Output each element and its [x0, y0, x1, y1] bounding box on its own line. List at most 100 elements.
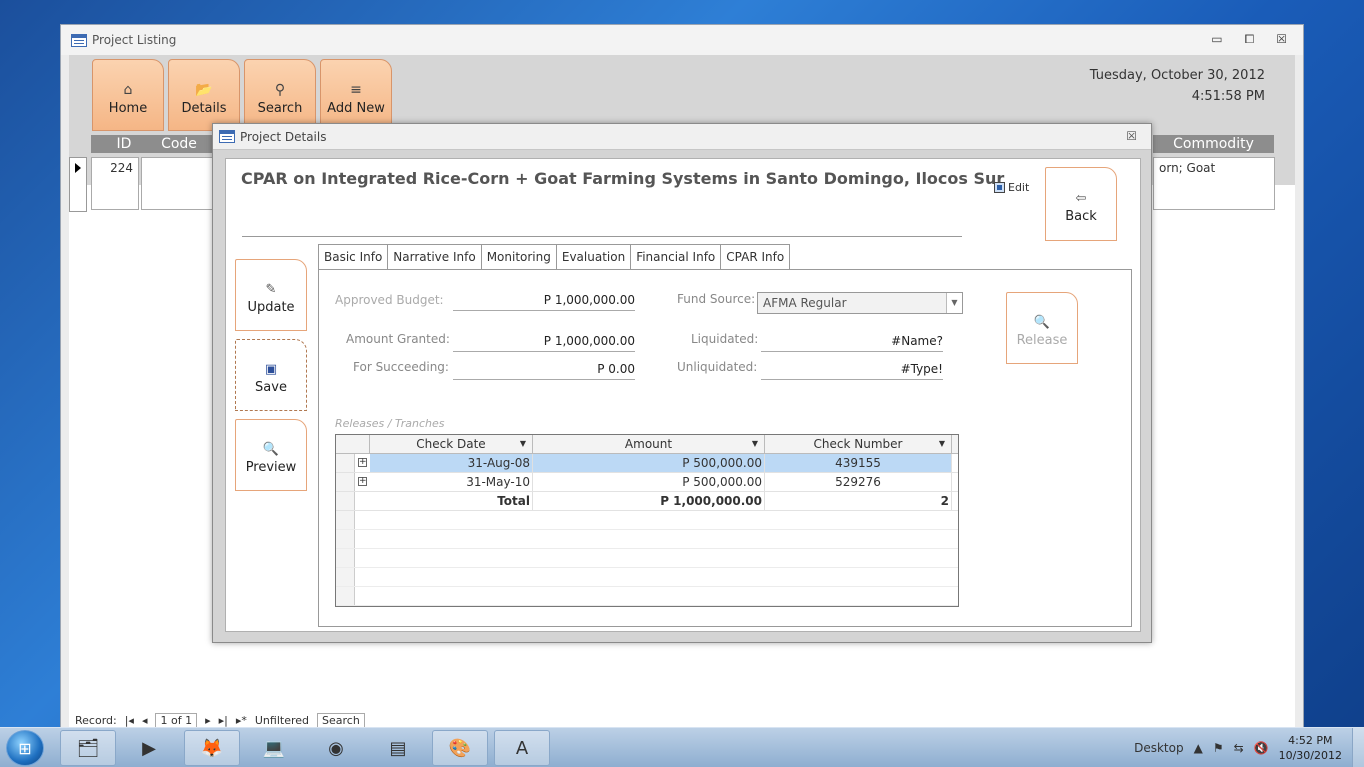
new-record-button[interactable]: ▸*: [236, 714, 247, 727]
cell-commodity[interactable]: orn; Goat: [1153, 157, 1275, 210]
current-datetime: Tuesday, October 30, 2012 4:51:58 PM: [1090, 65, 1265, 107]
record-selector[interactable]: [69, 157, 87, 212]
media-player-taskbar-icon[interactable]: ▶: [121, 730, 177, 766]
header-amount[interactable]: Amount ▼: [533, 435, 765, 454]
close-button[interactable]: ☒: [1126, 129, 1137, 143]
details-button[interactable]: 📂 Details: [168, 59, 240, 131]
search-icon: ⚲: [274, 82, 286, 98]
form-icon: [219, 130, 235, 143]
chrome-taskbar-icon[interactable]: ◉: [308, 730, 364, 766]
total-row: Total P 1,000,000.00 2: [336, 492, 958, 511]
cell-check-number[interactable]: 439155: [765, 454, 952, 472]
header-check-date-label: Check Date: [416, 437, 486, 451]
filter-indicator[interactable]: Unfiltered: [255, 714, 309, 727]
fund-source-label: Fund Source:: [677, 292, 756, 306]
tab-evaluation[interactable]: Evaluation: [555, 244, 632, 269]
unliquidated-label: Unliquidated:: [677, 360, 758, 374]
cell-check-number[interactable]: 529276: [765, 473, 952, 491]
expand-icon[interactable]: +: [358, 477, 367, 486]
tab-financial-info[interactable]: Financial Info: [630, 244, 722, 269]
header-check-number-label: Check Number: [813, 437, 903, 451]
tab-cpar-info[interactable]: CPAR Info: [720, 244, 791, 269]
save-label: Save: [255, 379, 287, 395]
update-button[interactable]: ✎ Update: [235, 259, 307, 331]
tab-monitoring[interactable]: Monitoring: [480, 244, 557, 269]
save-icon: ▣: [264, 361, 278, 377]
approved-budget-value[interactable]: P 1,000,000.00: [453, 293, 635, 311]
listing-titlebar: Project Listing ▭ ⧠ ☒: [61, 25, 1303, 55]
paint-taskbar-icon[interactable]: 🎨: [432, 730, 488, 766]
chevron-down-icon[interactable]: ▼: [946, 293, 962, 313]
next-record-button[interactable]: ▸: [205, 714, 211, 727]
cell-code[interactable]: [141, 157, 217, 210]
home-label: Home: [108, 101, 148, 116]
liquidated-value[interactable]: #Name?: [761, 334, 943, 352]
tab-basic-info[interactable]: Basic Info: [318, 244, 389, 269]
minimize-button[interactable]: ▭: [1211, 32, 1222, 47]
listing-title: Project Listing: [92, 33, 177, 47]
cell-check-date[interactable]: 31-Aug-08: [370, 454, 533, 472]
save-button[interactable]: ▣ Save: [235, 339, 307, 411]
releases-label: Releases / Tranches: [335, 417, 445, 430]
table-row[interactable]: + 31-May-10 P 500,000.00 529276: [336, 473, 958, 492]
cell-check-date[interactable]: 31-May-10: [370, 473, 533, 491]
unliquidated-value[interactable]: #Type!: [761, 362, 943, 380]
show-desktop-button[interactable]: [1352, 728, 1364, 767]
system-taskbar-icon[interactable]: 💻: [246, 730, 302, 766]
chevron-down-icon[interactable]: ▼: [939, 435, 945, 453]
restore-button[interactable]: ⧠: [1245, 32, 1255, 47]
record-search-input[interactable]: Search: [317, 712, 365, 728]
current-date: Tuesday, October 30, 2012: [1089, 68, 1265, 83]
select-all-cell[interactable]: [336, 435, 370, 454]
chevron-down-icon[interactable]: ▼: [752, 435, 758, 453]
header-check-number[interactable]: Check Number ▼: [765, 435, 952, 454]
cell-amount[interactable]: P 500,000.00: [533, 473, 765, 491]
access-taskbar-icon[interactable]: A: [494, 730, 550, 766]
fund-source-select[interactable]: AFMA Regular ▼: [757, 292, 963, 314]
home-icon: ⌂: [123, 82, 133, 98]
first-record-button[interactable]: |◂: [125, 714, 134, 727]
details-label: Details: [181, 101, 227, 116]
start-button[interactable]: ⊞: [6, 730, 44, 766]
form-icon: [71, 33, 87, 47]
cell-amount[interactable]: P 500,000.00: [533, 454, 765, 472]
volume-muted-icon[interactable]: 🔇: [1254, 741, 1269, 755]
home-button[interactable]: ⌂ Home: [92, 59, 164, 131]
divider: [242, 236, 962, 237]
record-position[interactable]: 1 of 1: [155, 712, 198, 728]
preview-icon: 🔍: [262, 441, 280, 457]
search-button[interactable]: ⚲ Search: [244, 59, 316, 131]
liquidated-label: Liquidated:: [691, 332, 759, 346]
release-button[interactable]: 🔍 Release: [1006, 292, 1078, 364]
window-controls: ▭ ⧠ ☒: [1211, 32, 1287, 47]
desktop-toolbar-label[interactable]: Desktop: [1134, 741, 1184, 755]
taskbar-clock[interactable]: 4:52 PM 10/30/2012: [1279, 733, 1342, 763]
edit-checkbox[interactable]: [994, 182, 1005, 193]
project-title: CPAR on Integrated Rice-Corn + Goat Farm…: [241, 169, 1005, 188]
record-navigator: Record: |◂ ◂ 1 of 1 ▸ ▸| ▸* Unfiltered S…: [75, 712, 365, 728]
network-icon[interactable]: ⇆: [1234, 741, 1244, 755]
chevron-up-icon[interactable]: ▲: [1194, 741, 1203, 755]
firefox-taskbar-icon[interactable]: 🦊: [184, 730, 240, 766]
amount-granted-value[interactable]: P 1,000,000.00: [453, 334, 635, 352]
window-taskbar-icon[interactable]: ▤: [370, 730, 426, 766]
edit-toggle[interactable]: Edit: [994, 181, 1029, 194]
clock-date: 10/30/2012: [1278, 749, 1342, 762]
back-button[interactable]: ⇦ Back: [1045, 167, 1117, 241]
action-center-icon[interactable]: ⚑: [1213, 741, 1224, 755]
preview-button[interactable]: 🔍 Preview: [235, 419, 307, 491]
table-row[interactable]: + 31-Aug-08 P 500,000.00 439155: [336, 454, 958, 473]
chevron-down-icon[interactable]: ▼: [520, 435, 526, 453]
tab-narrative-info[interactable]: Narrative Info: [387, 244, 482, 269]
expand-icon[interactable]: +: [358, 458, 367, 467]
explorer-taskbar-icon[interactable]: 🗂: [60, 730, 116, 766]
financial-info-panel: Approved Budget: P 1,000,000.00 Amount G…: [318, 269, 1132, 627]
add-new-button[interactable]: ≡ Add New: [320, 59, 392, 131]
cell-id[interactable]: 224: [91, 157, 139, 210]
close-button[interactable]: ☒: [1276, 32, 1287, 47]
header-check-date[interactable]: Check Date ▼: [370, 435, 533, 454]
prev-record-button[interactable]: ◂: [142, 714, 148, 727]
for-succeeding-value[interactable]: P 0.00: [453, 362, 635, 380]
last-record-button[interactable]: ▸|: [219, 714, 228, 727]
fund-source-value: AFMA Regular: [763, 296, 847, 310]
